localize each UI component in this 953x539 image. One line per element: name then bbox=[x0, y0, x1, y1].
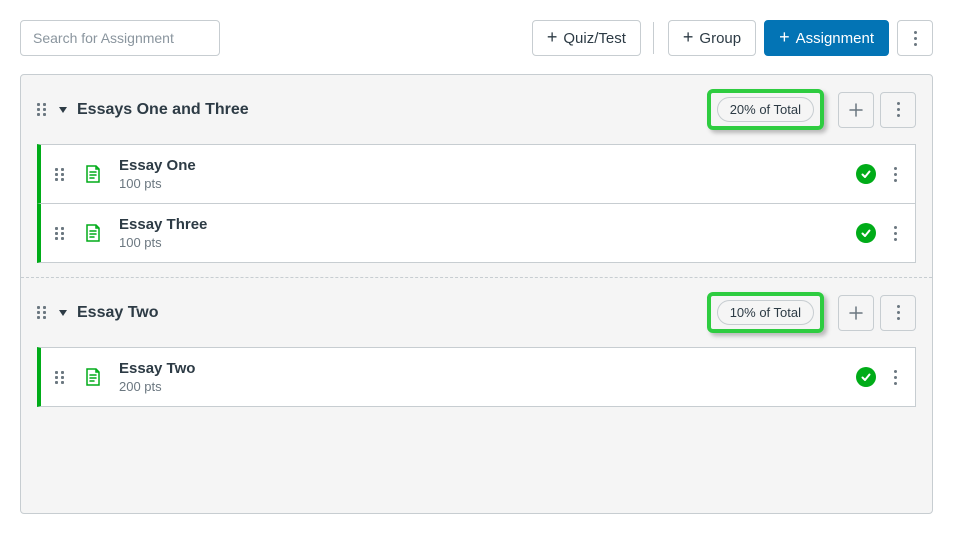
published-icon[interactable] bbox=[856, 367, 876, 387]
toolbar-more-button[interactable] bbox=[897, 20, 933, 56]
more-icon bbox=[893, 98, 904, 121]
assignment-icon bbox=[83, 367, 103, 387]
add-group-button[interactable]: + Group bbox=[668, 20, 756, 56]
more-icon bbox=[910, 27, 921, 50]
drag-handle-icon[interactable] bbox=[55, 168, 67, 181]
drag-handle-icon[interactable] bbox=[55, 227, 67, 240]
caret-down-icon[interactable] bbox=[59, 310, 67, 316]
group-header[interactable]: Essays One and Three 20% of Total bbox=[21, 75, 932, 144]
toolbar: + Quiz/Test + Group + Assignment bbox=[20, 20, 933, 56]
search-input[interactable] bbox=[20, 20, 220, 56]
plus-icon bbox=[849, 306, 863, 320]
group-header[interactable]: Essay Two 10% of Total bbox=[21, 278, 932, 347]
caret-down-icon[interactable] bbox=[59, 107, 67, 113]
published-icon[interactable] bbox=[856, 223, 876, 243]
item-more-button[interactable] bbox=[890, 366, 901, 389]
drag-handle-icon[interactable] bbox=[55, 371, 67, 384]
item-points: 100 pts bbox=[119, 235, 856, 250]
published-icon[interactable] bbox=[856, 164, 876, 184]
add-group-label: Group bbox=[699, 30, 741, 47]
weight-highlight: 10% of Total bbox=[707, 292, 824, 333]
item-points: 200 pts bbox=[119, 379, 856, 394]
assignment-icon bbox=[83, 164, 103, 184]
weight-highlight: 20% of Total bbox=[707, 89, 824, 130]
item-points: 100 pts bbox=[119, 176, 856, 191]
assignment-group: Essay Two 10% of Total bbox=[21, 278, 932, 421]
assignments-panel: Essays One and Three 20% of Total bbox=[20, 74, 933, 514]
group-more-button[interactable] bbox=[880, 92, 916, 128]
item-body: Essay Two 200 pts bbox=[119, 360, 856, 394]
item-more-button[interactable] bbox=[890, 163, 901, 186]
item-body: Essay Three 100 pts bbox=[119, 216, 856, 250]
add-assignment-button[interactable]: + Assignment bbox=[764, 20, 889, 56]
add-quiz-label: Quiz/Test bbox=[563, 30, 626, 47]
group-add-button[interactable] bbox=[838, 295, 874, 331]
plus-icon: + bbox=[547, 28, 558, 46]
group-items: Essay Two 200 pts bbox=[21, 347, 932, 421]
assignment-item[interactable]: Essay One 100 pts bbox=[37, 144, 916, 204]
group-items: Essay One 100 pts bbox=[21, 144, 932, 277]
group-more-button[interactable] bbox=[880, 295, 916, 331]
item-title[interactable]: Essay One bbox=[119, 157, 856, 174]
add-quiz-button[interactable]: + Quiz/Test bbox=[532, 20, 641, 56]
item-title[interactable]: Essay Three bbox=[119, 216, 856, 233]
group-title: Essays One and Three bbox=[77, 101, 249, 119]
assignment-icon bbox=[83, 223, 103, 243]
item-more-button[interactable] bbox=[890, 222, 901, 245]
weight-pill: 10% of Total bbox=[717, 300, 814, 325]
item-title[interactable]: Essay Two bbox=[119, 360, 856, 377]
divider bbox=[653, 22, 654, 54]
assignment-item[interactable]: Essay Three 100 pts bbox=[37, 204, 916, 263]
group-title: Essay Two bbox=[77, 304, 159, 322]
more-icon bbox=[893, 301, 904, 324]
group-add-button[interactable] bbox=[838, 92, 874, 128]
plus-icon bbox=[849, 103, 863, 117]
drag-handle-icon[interactable] bbox=[37, 103, 49, 116]
plus-icon: + bbox=[779, 28, 790, 46]
weight-pill: 20% of Total bbox=[717, 97, 814, 122]
plus-icon: + bbox=[683, 28, 694, 46]
add-assignment-label: Assignment bbox=[796, 30, 874, 47]
drag-handle-icon[interactable] bbox=[37, 306, 49, 319]
item-body: Essay One 100 pts bbox=[119, 157, 856, 191]
assignment-item[interactable]: Essay Two 200 pts bbox=[37, 347, 916, 407]
assignment-group: Essays One and Three 20% of Total bbox=[21, 75, 932, 278]
